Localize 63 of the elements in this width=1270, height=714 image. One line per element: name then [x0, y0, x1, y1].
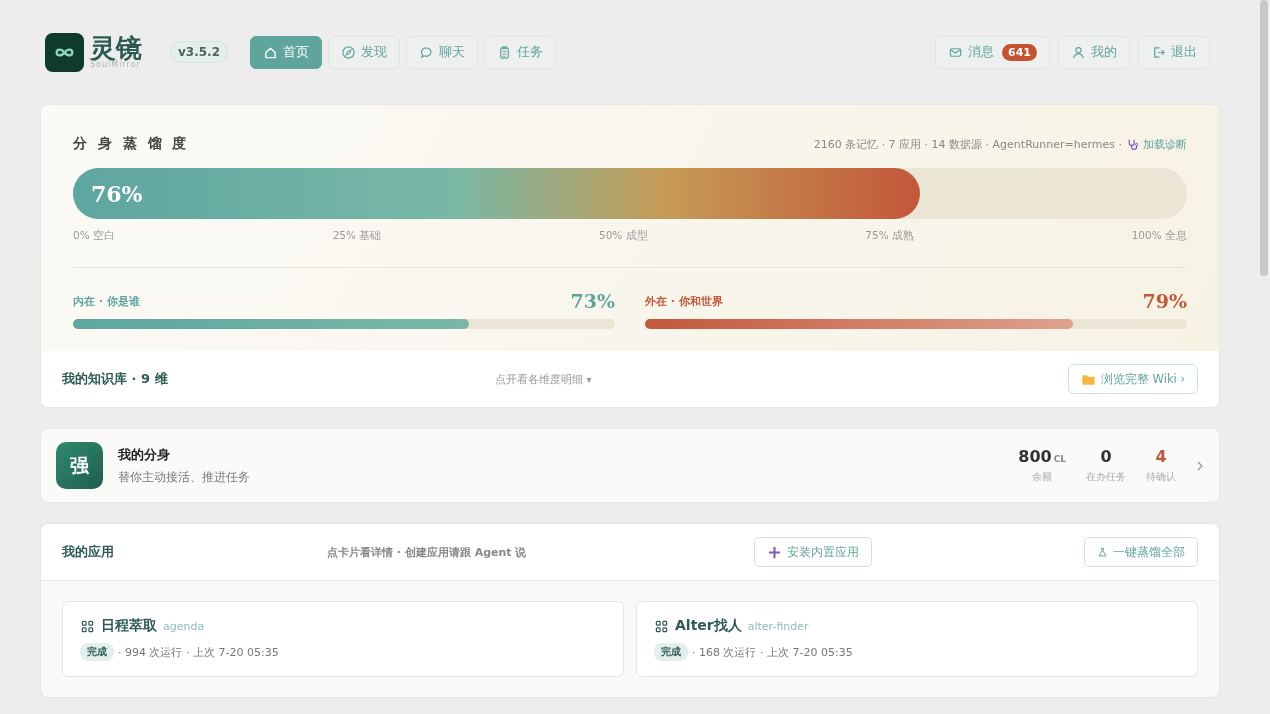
stat-label: 在办任务 [1086, 470, 1126, 484]
header-button[interactable]: 我的 [1058, 35, 1130, 69]
distill-all-button[interactable]: 一键蒸馏全部 [1084, 537, 1198, 567]
stat-label: 余额 [1032, 470, 1053, 484]
stat-label: 待确认 [1146, 470, 1176, 484]
brand-name: 灵镜 [90, 35, 142, 61]
status-tag: 完成 [654, 643, 688, 661]
stat-value: 4 [1155, 447, 1167, 466]
user-icon [1071, 44, 1086, 60]
app-slug: alter-finder [747, 619, 809, 633]
status-tag: 完成 [80, 643, 114, 661]
chevron-icon [1196, 459, 1204, 472]
app-card[interactable]: 日程萃取 agenda 完成 · 994 次运行 · 上次 7-20 05:35 [62, 601, 624, 677]
expand-hint[interactable]: 点开看各维度明细 ▾ [494, 371, 895, 387]
apps-hint: 点卡片看详情 · 创建应用请跟 Agent 说 [327, 544, 528, 560]
chat-bubble-icon [419, 44, 434, 60]
grid-icon [654, 618, 669, 634]
app-slug: agenda [163, 619, 205, 633]
logo-icon [45, 32, 84, 72]
tick-label: 100% 全息 [1131, 229, 1187, 243]
tick-label: 0% 空白 [73, 229, 115, 243]
section-title: 分 身 蒸 馏 度 [73, 135, 190, 153]
nav-tab[interactable]: 首页 [250, 35, 322, 69]
app-card[interactable]: Alter找人 alter-finder 完成 · 168 次运行 · 上次 7-20 05:35 [636, 601, 1198, 677]
dimension-reading: 79% [1142, 290, 1187, 312]
tick-label: 25% 基础 [332, 229, 382, 243]
dimension-label: 外在 · 你和世界 [645, 293, 723, 309]
tick-label: 50% 成型 [598, 229, 648, 243]
header-button[interactable]: 退出 [1138, 35, 1210, 69]
version-tag: v3.5.2 [170, 41, 228, 63]
run-info: · 994 次运行 · 上次 7-20 05:35 [118, 644, 279, 660]
knowledge-title: 我的知识库 · 9 维 [62, 370, 169, 388]
logout-icon [1151, 44, 1166, 60]
agent-name: 我的分身 [118, 445, 171, 464]
plus-icon [767, 544, 782, 560]
agent-description: 替你主动接活、推进任务 [118, 468, 251, 486]
install-button[interactable]: 安装内置应用 [754, 537, 872, 567]
tick-label: 75% 成熟 [865, 229, 914, 243]
app-name: 日程萃取 [101, 617, 157, 635]
header-button[interactable]: 消息 641 [935, 35, 1050, 69]
flask-icon [1097, 546, 1108, 558]
run-info: · 168 次运行 · 上次 7-20 05:35 [692, 644, 853, 660]
grid-icon [80, 618, 95, 634]
nav-tab[interactable]: 聊天 [406, 35, 478, 69]
wiki-button[interactable]: 浏览完整 Wiki › [1067, 364, 1198, 394]
stat-value: 800 CL [1018, 447, 1066, 466]
stethoscope-icon [1126, 137, 1139, 151]
nav-tab[interactable]: 发现 [328, 35, 400, 69]
clipboard-icon [497, 44, 512, 60]
avatar: 强 [56, 442, 103, 489]
dimension-label: 内在 · 你是谁 [73, 293, 140, 309]
stats-text: 2160 条记忆 · 7 应用 · 14 数据源 · AgentRunner=hermes · [813, 136, 1122, 152]
dimension-reading: 73% [570, 290, 615, 312]
diagnose-link[interactable]: 加载诊断 [1143, 136, 1187, 152]
progress-reading: 76% [91, 180, 143, 207]
count-badge: 641 [1002, 43, 1037, 61]
agent-card[interactable]: 强 我的分身 替你主动接活、推进任务 800 CL 余额 0 在办任务 4 待确认 [40, 428, 1220, 503]
nav-tab[interactable]: 任务 [484, 35, 556, 69]
scrollbar[interactable] [1260, 0, 1268, 276]
app-name: Alter找人 [675, 617, 742, 635]
compass-icon [341, 44, 356, 60]
apps-title: 我的应用 [62, 543, 115, 561]
stat-value: 0 [1100, 447, 1112, 466]
